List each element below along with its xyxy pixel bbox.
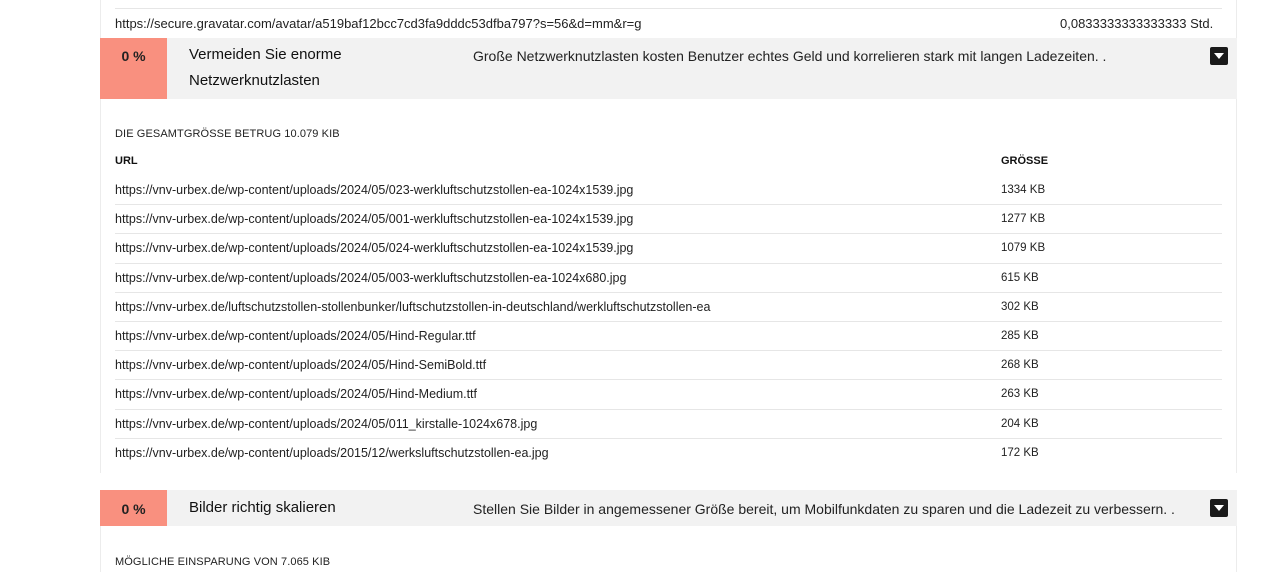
audit-score-badge: 0 % xyxy=(100,38,167,99)
row-size: 302 KB xyxy=(1001,300,1039,313)
table-row: https://vnv-urbex.de/wp-content/uploads/… xyxy=(115,205,1222,235)
row-size: 1277 KB xyxy=(1001,213,1046,226)
table-header: URL GRÖSSE xyxy=(115,155,1222,175)
audit-description: Stellen Sie Bilder in angemessener Größe… xyxy=(473,501,1175,517)
row-size: 615 KB xyxy=(1001,271,1039,284)
resource-table-body: https://vnv-urbex.de/wp-content/uploads/… xyxy=(115,176,1222,468)
audit-summary: Mögliche Einsparung von 7.065 KiB xyxy=(115,556,331,568)
audit-score-badge: 0 % xyxy=(100,490,167,526)
row-size: 263 KB xyxy=(1001,388,1039,401)
row-size: 1334 KB xyxy=(1001,184,1046,196)
row-size: 285 KB xyxy=(1001,329,1039,342)
table-row: https://vnv-urbex.de/wp-content/uploads/… xyxy=(115,322,1222,352)
audit-network-payload[interactable]: 0 % Vermeiden Sie enorme Netzwerknutzlas… xyxy=(100,38,1237,99)
row-url: https://vnv-urbex.de/wp-content/uploads/… xyxy=(115,183,634,197)
row-url: https://vnv-urbex.de/wp-content/uploads/… xyxy=(115,212,634,227)
audit-title: Vermeiden Sie enorme Netzwerknutzlasten xyxy=(189,46,342,89)
table-row: https://vnv-urbex.de/wp-content/uploads/… xyxy=(115,176,1222,206)
row-size: 1079 KB xyxy=(1001,242,1046,255)
row-url: https://vnv-urbex.de/wp-content/uploads/… xyxy=(115,358,487,373)
row-url: https://vnv-urbex.de/wp-content/uploads/… xyxy=(115,328,476,343)
table-row: https://vnv-urbex.de/wp-content/uploads/… xyxy=(115,380,1222,410)
row-size: 204 KB xyxy=(1001,417,1039,430)
row-url: https://vnv-urbex.de/wp-content/uploads/… xyxy=(115,387,478,402)
row-url: https://vnv-urbex.de/wp-content/uploads/… xyxy=(115,445,549,460)
audit-summary: Die Gesamtgröße betrug 10.079 KiB xyxy=(115,128,340,140)
table-row: https://vnv-urbex.de/wp-content/uploads/… xyxy=(115,410,1222,439)
caret-down-icon[interactable] xyxy=(1210,47,1228,65)
row-url: https://vnv-urbex.de/wp-content/uploads/… xyxy=(115,416,538,431)
table-row: https://vnv-urbex.de/wp-content/uploads/… xyxy=(115,351,1222,381)
row-url: https://vnv-urbex.de/luftschutzstollen-s… xyxy=(115,299,711,314)
top-table-row: https://secure.gravatar.com/avatar/a519b… xyxy=(115,0,1222,38)
row-divider xyxy=(115,8,1222,9)
row-url: https://secure.gravatar.com/avatar/a519b… xyxy=(115,16,642,31)
table-row: https://vnv-urbex.de/wp-content/uploads/… xyxy=(115,234,1222,264)
row-url: https://vnv-urbex.de/wp-content/uploads/… xyxy=(115,241,634,256)
column-header-url: URL xyxy=(115,155,138,167)
audit-image-sizing[interactable]: 0 % Bilder richtig skalieren Stellen Sie… xyxy=(100,490,1237,526)
audit-title: Bilder richtig skalieren xyxy=(189,499,336,516)
row-url: https://vnv-urbex.de/wp-content/uploads/… xyxy=(115,270,627,285)
row-value: 0,0833333333333333 Std. xyxy=(1060,16,1214,31)
table-row: https://vnv-urbex.de/luftschutzstollen-s… xyxy=(115,293,1222,322)
caret-down-icon[interactable] xyxy=(1210,499,1228,517)
column-header-size: GRÖSSE xyxy=(1001,155,1049,167)
row-size: 172 KB xyxy=(1001,446,1039,459)
table-row: https://vnv-urbex.de/wp-content/uploads/… xyxy=(115,264,1222,293)
row-size: 268 KB xyxy=(1001,359,1039,372)
audit-description: Große Netzwerknutzlasten kosten Benutzer… xyxy=(473,48,1107,64)
table-row: https://vnv-urbex.de/wp-content/uploads/… xyxy=(115,439,1222,468)
